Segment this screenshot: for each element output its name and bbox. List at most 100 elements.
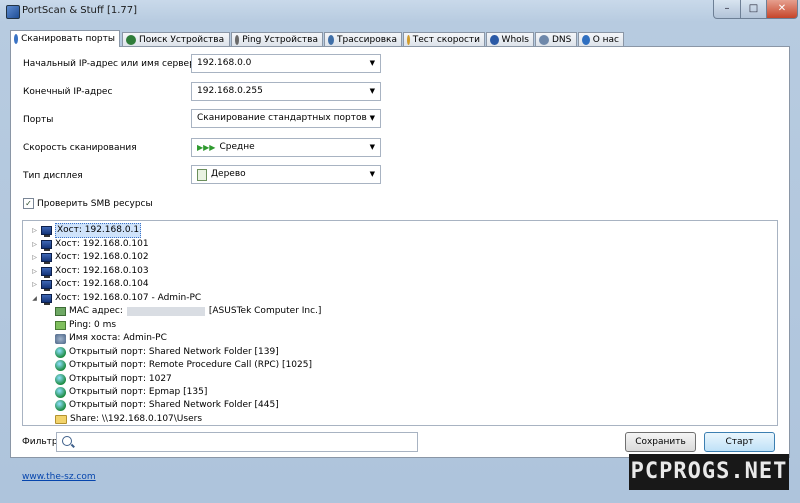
port-label: Открытый порт: Epmap [135] — [69, 387, 208, 397]
end-ip-value: 192.168.0.255 — [197, 86, 263, 96]
chevron-down-icon[interactable]: ▼ — [370, 83, 375, 100]
start-ip-label: Начальный IP-адрес или имя сервера — [23, 59, 201, 69]
ping-icon — [235, 34, 240, 45]
expand-icon[interactable]: ▷ — [31, 238, 38, 251]
tree-node-port[interactable]: Открытый порт: Shared Network Folder [13… — [55, 346, 279, 359]
save-button[interactable]: Сохранить — [625, 432, 696, 452]
chevron-down-icon[interactable]: ▼ — [370, 55, 375, 72]
speed-arrows-icon: ▶▶▶ — [197, 143, 216, 152]
chevron-down-icon[interactable]: ▼ — [370, 166, 375, 183]
computer-icon — [41, 294, 52, 305]
app-window: PortScan & Stuff [1.77] – □ ✕ Сканироват… — [0, 0, 800, 503]
computer-icon — [41, 253, 52, 264]
tree-node-port[interactable]: Открытый порт: Remote Procedure Call (RP… — [55, 359, 312, 372]
close-button[interactable]: ✕ — [766, 0, 798, 19]
start-ip-value: 192.168.0.0 — [197, 58, 252, 68]
ping-icon — [55, 321, 66, 330]
ports-value: Сканирование стандартных портов — [197, 113, 367, 123]
title-bar: PortScan & Stuff [1.77] – □ ✕ — [0, 0, 800, 22]
host-label: Хост: 192.168.0.1 — [55, 223, 142, 238]
tab-find-device[interactable]: Поиск Устройства — [122, 32, 230, 46]
tab-traceroute[interactable]: Трассировка — [324, 32, 402, 46]
scan-icon — [14, 34, 19, 44]
tab-label: Ping Устройства — [242, 34, 318, 45]
tab-speed-test[interactable]: Тест скорости — [403, 32, 485, 46]
globe-icon — [55, 360, 66, 371]
end-ip-label: Конечный IP-адрес — [23, 87, 113, 97]
tab-label: Тест скорости — [412, 34, 480, 45]
chevron-down-icon[interactable]: ▼ — [370, 139, 375, 156]
tab-label: О нас — [592, 34, 619, 45]
expand-icon[interactable]: ▷ — [31, 278, 38, 291]
display-type-combo[interactable]: Дерево ▼ — [191, 165, 381, 184]
tree-node-mac[interactable]: MAC адрес: [ASUSTek Computer Inc.] — [55, 305, 321, 318]
smb-checkbox[interactable]: ✓ — [23, 198, 34, 209]
tree-node-hostname[interactable]: Имя хоста: Admin-PC — [55, 332, 167, 345]
start-ip-combo[interactable]: 192.168.0.0 ▼ — [191, 54, 381, 73]
tree-node-host[interactable]: ▷ Хост: 192.168.0.102 — [31, 251, 149, 264]
whois-icon — [490, 34, 499, 45]
find-icon — [126, 34, 136, 45]
minimize-button[interactable]: – — [713, 0, 741, 19]
results-tree[interactable]: ▷ Хост: 192.168.0.1 ▷ Хост: 192.168.0.10… — [22, 220, 778, 426]
port-label: Открытый порт: Shared Network Folder [44… — [69, 400, 279, 410]
folder-icon — [55, 415, 67, 424]
tab-label: DNS — [552, 34, 572, 45]
port-label: Открытый порт: Shared Network Folder [13… — [69, 347, 279, 357]
tree-view-icon — [197, 168, 207, 181]
app-icon — [6, 5, 20, 19]
speed-value: Средне — [219, 142, 255, 152]
globe-icon — [55, 400, 66, 411]
tree-node-host[interactable]: ▷ Хост: 192.168.0.1 — [31, 223, 142, 238]
speed-icon — [407, 34, 410, 45]
start-button[interactable]: Старт — [704, 432, 775, 452]
tree-node-port[interactable]: Открытый порт: Shared Network Folder [44… — [55, 399, 279, 412]
expand-icon[interactable]: ▷ — [31, 251, 38, 264]
tree-node-host-expanded[interactable]: ◢ Хост: 192.168.0.107 - Admin-PC — [31, 292, 201, 305]
ping-label: Ping: 0 ms — [69, 320, 117, 330]
tree-node-share[interactable]: Share: \\192.168.0.107\Users — [55, 413, 203, 425]
computer-icon — [41, 280, 52, 291]
ports-combo[interactable]: Сканирование стандартных портов ▼ — [191, 109, 381, 128]
host-label: Хост: 192.168.0.103 — [55, 266, 149, 276]
search-icon — [62, 436, 72, 446]
website-link[interactable]: www.the-sz.com — [22, 472, 96, 482]
host-label: Хост: 192.168.0.102 — [55, 252, 149, 262]
speed-label: Скорость сканирования — [23, 143, 137, 153]
ports-label: Порты — [23, 115, 54, 125]
expand-icon[interactable]: ▷ — [31, 224, 38, 237]
share-label: Share: \\192.168.0.107\Users — [70, 414, 203, 424]
end-ip-combo[interactable]: 192.168.0.255 ▼ — [191, 82, 381, 101]
tab-label: WhoIs — [501, 34, 529, 45]
tree-node-host[interactable]: ▷ Хост: 192.168.0.103 — [31, 265, 149, 278]
hostname-label: Имя хоста: Admin-PC — [69, 333, 167, 343]
tab-scan-ports[interactable]: Сканировать порты — [10, 30, 120, 47]
filter-label: Фильтр — [22, 437, 58, 447]
tree-node-host[interactable]: ▷ Хост: 192.168.0.101 — [31, 238, 149, 251]
tab-dns[interactable]: DNS — [535, 32, 577, 46]
port-label: Открытый порт: Remote Procedure Call (RP… — [69, 360, 312, 370]
mac-address-redacted — [126, 307, 205, 316]
collapse-icon[interactable]: ◢ — [31, 292, 38, 305]
maximize-button[interactable]: □ — [740, 0, 767, 19]
trace-icon — [328, 34, 335, 45]
dns-icon — [539, 34, 549, 45]
tab-about[interactable]: О нас — [578, 32, 624, 46]
tree-node-ping[interactable]: Ping: 0 ms — [55, 319, 116, 332]
tree-node-port[interactable]: Открытый порт: 1027 — [55, 373, 172, 386]
tab-label: Поиск Устройства — [139, 34, 225, 45]
speed-combo[interactable]: ▶▶▶ Средне ▼ — [191, 138, 381, 157]
expand-icon[interactable]: ▷ — [31, 265, 38, 278]
port-label: Открытый порт: 1027 — [69, 374, 172, 384]
filter-input[interactable] — [56, 432, 418, 452]
tab-ping-device[interactable]: Ping Устройства — [231, 32, 323, 46]
globe-icon — [55, 387, 66, 398]
hostname-icon — [55, 333, 66, 344]
chevron-down-icon[interactable]: ▼ — [370, 110, 375, 127]
tree-node-host[interactable]: ▷ Хост: 192.168.0.104 — [31, 278, 149, 291]
tree-node-port[interactable]: Открытый порт: Epmap [135] — [55, 386, 207, 399]
mac-vendor: [ASUSTek Computer Inc.] — [208, 306, 322, 316]
tab-whois[interactable]: WhoIs — [486, 32, 534, 46]
info-icon — [582, 34, 590, 45]
smb-checkbox-row[interactable]: ✓ Проверить SMB ресурсы — [23, 198, 153, 209]
